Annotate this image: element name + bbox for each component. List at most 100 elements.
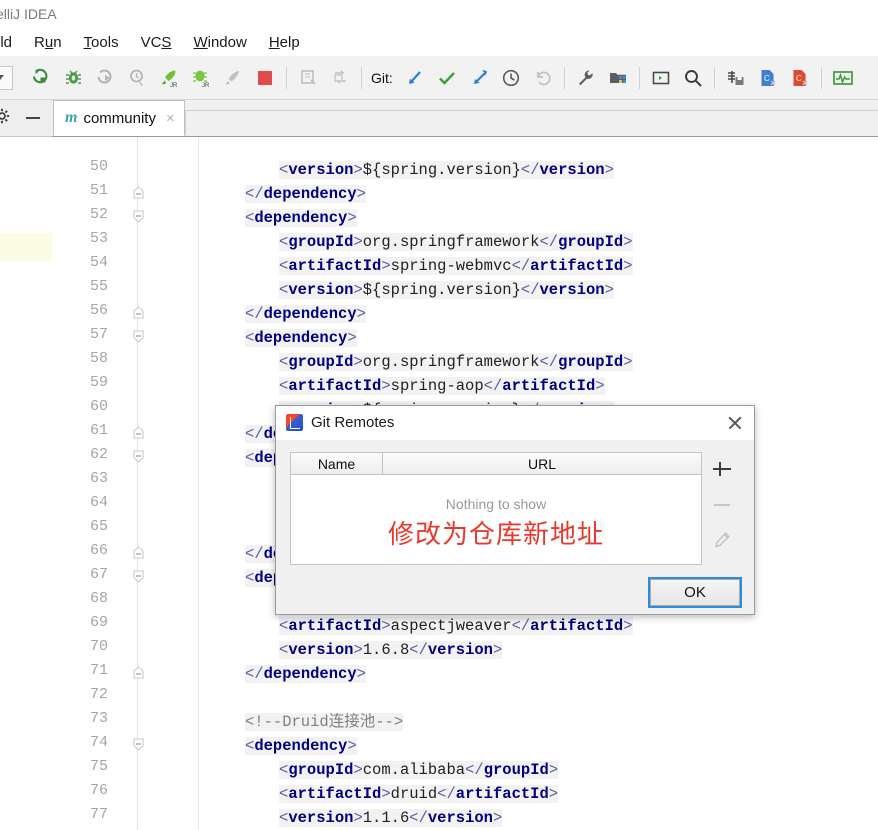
line-number: 63: [89, 470, 108, 487]
minimize-icon[interactable]: [26, 117, 40, 119]
code-line: </dependency>: [245, 665, 366, 683]
toolbar-separator: [361, 66, 362, 89]
svg-text:JR: JR: [170, 83, 178, 88]
menu-label: ild: [0, 33, 13, 51]
fold-start-icon[interactable]: [132, 210, 145, 223]
edit-remote-button[interactable]: [711, 528, 733, 550]
svg-text:C: C: [764, 74, 770, 83]
fold-start-icon[interactable]: [132, 450, 145, 463]
remotes-table[interactable]: Name URL Nothing to show 修改为仓库新地址: [290, 452, 702, 565]
sync-icon: [324, 62, 356, 94]
search-icon[interactable]: [677, 62, 709, 94]
fold-start-icon[interactable]: [132, 738, 145, 751]
ide-window: elliJ IDEA ild Run Tools VCS Window Help…: [0, 0, 878, 830]
gear-icon[interactable]: [0, 108, 10, 129]
column-header-name[interactable]: Name: [291, 453, 383, 474]
line-number: 76: [89, 782, 108, 799]
git-remotes-dialog: Git Remotes Name URL Nothing to show 修改为…: [275, 405, 755, 615]
terminal-icon[interactable]: [645, 62, 677, 94]
main-toolbar: JR JR Git: C C: [0, 56, 878, 100]
close-icon[interactable]: [722, 410, 748, 436]
fold-end-icon[interactable]: [132, 666, 145, 679]
line-number: 71: [89, 662, 108, 679]
history-icon[interactable]: [495, 62, 527, 94]
fold-start-icon[interactable]: [132, 570, 145, 583]
remove-remote-button[interactable]: [711, 493, 733, 515]
line-number: 60: [89, 398, 108, 415]
line-number: 64: [89, 494, 108, 511]
editor-gutter[interactable]: 50 51 52 53 54 55 56 57 58 59 60 61 62 63 64 65 66 67 68 69…: [52, 137, 200, 830]
blue-doc-icon[interactable]: C: [752, 62, 784, 94]
code-line: <version>1.1.6</version>: [279, 809, 503, 827]
project-structure-icon[interactable]: [602, 62, 634, 94]
line-number: 54: [89, 254, 108, 271]
save-all-icon[interactable]: [720, 62, 752, 94]
module-marker-icon: m: [65, 109, 78, 126]
menu-item-run[interactable]: Run: [23, 32, 73, 53]
menu-item-build[interactable]: ild: [0, 32, 23, 53]
line-number: 50: [89, 158, 108, 175]
code-line: <artifactId>druid</artifactId>: [279, 785, 559, 803]
run-with-coverage-icon: [89, 62, 121, 94]
column-header-url[interactable]: URL: [383, 453, 701, 474]
line-number: 52: [89, 206, 108, 223]
settings-wrench-icon[interactable]: [570, 62, 602, 94]
toolbar-separator: [820, 66, 822, 89]
code-line: <dependency>: [245, 209, 357, 227]
menu-item-window[interactable]: Window: [182, 32, 257, 53]
fold-end-icon[interactable]: [132, 546, 145, 559]
line-number: 73: [89, 710, 108, 727]
left-strip-highlight: [0, 233, 52, 261]
window-title-text: elliJ IDEA: [0, 6, 57, 22]
code-line: <artifactId>spring-aop</artifactId>: [279, 377, 605, 395]
fold-end-icon[interactable]: [132, 426, 145, 439]
close-tab-icon[interactable]: ×: [166, 110, 175, 127]
build-icon: [292, 62, 324, 94]
run-jr-icon[interactable]: JR: [153, 62, 185, 94]
line-number: 70: [89, 638, 108, 655]
tab-label: community: [83, 109, 156, 127]
menu-item-help[interactable]: Help: [258, 32, 311, 53]
run-icon[interactable]: [25, 62, 57, 94]
code-line: <groupId>com.alibaba</groupId>: [279, 761, 559, 779]
update-project-icon[interactable]: [399, 62, 431, 94]
window-title-bar: elliJ IDEA: [0, 0, 878, 28]
debug-jr-icon[interactable]: JR: [185, 62, 217, 94]
run-configuration-dropdown[interactable]: [0, 65, 13, 90]
code-line: <groupId>org.springframework</groupId>: [279, 353, 633, 371]
commit-icon[interactable]: [431, 62, 463, 94]
monitor-icon[interactable]: [827, 62, 859, 94]
code-line: <artifactId>aspectjweaver</artifactId>: [279, 617, 633, 635]
red-doc-icon[interactable]: C: [784, 62, 816, 94]
toolbar-separator: [563, 66, 565, 89]
ok-button[interactable]: OK: [648, 577, 742, 608]
intellij-idea-icon: [286, 414, 303, 431]
dialog-title-bar: Git Remotes: [276, 406, 754, 440]
line-number: 53: [89, 230, 108, 247]
push-icon[interactable]: [463, 62, 495, 94]
menu-item-tools[interactable]: Tools: [73, 32, 130, 53]
line-number: 56: [89, 302, 108, 319]
fold-end-icon[interactable]: [132, 186, 145, 199]
left-strip-header: [0, 100, 52, 137]
fold-end-icon[interactable]: [132, 306, 145, 319]
editor-tab-community[interactable]: m community ×: [53, 100, 185, 136]
table-header-row: Name URL: [291, 453, 701, 475]
gutter-divider: [137, 137, 138, 830]
code-line: <!--Druid连接池-->: [245, 713, 404, 731]
line-number: 51: [89, 182, 108, 199]
line-number: 69: [89, 614, 108, 631]
git-label: Git:: [371, 69, 393, 86]
line-number: 57: [89, 326, 108, 343]
menu-item-vcs[interactable]: VCS: [130, 32, 183, 53]
toolbar-separator: [713, 66, 715, 89]
code-line: <version>1.6.8</version>: [279, 641, 503, 659]
line-number: 68: [89, 590, 108, 607]
line-number: 72: [89, 686, 108, 703]
line-number: 61: [89, 422, 108, 439]
line-number: 66: [89, 542, 108, 559]
add-remote-button[interactable]: [711, 458, 733, 480]
debug-icon[interactable]: [57, 62, 89, 94]
left-tool-strip: [0, 100, 52, 830]
fold-start-icon[interactable]: [132, 330, 145, 343]
